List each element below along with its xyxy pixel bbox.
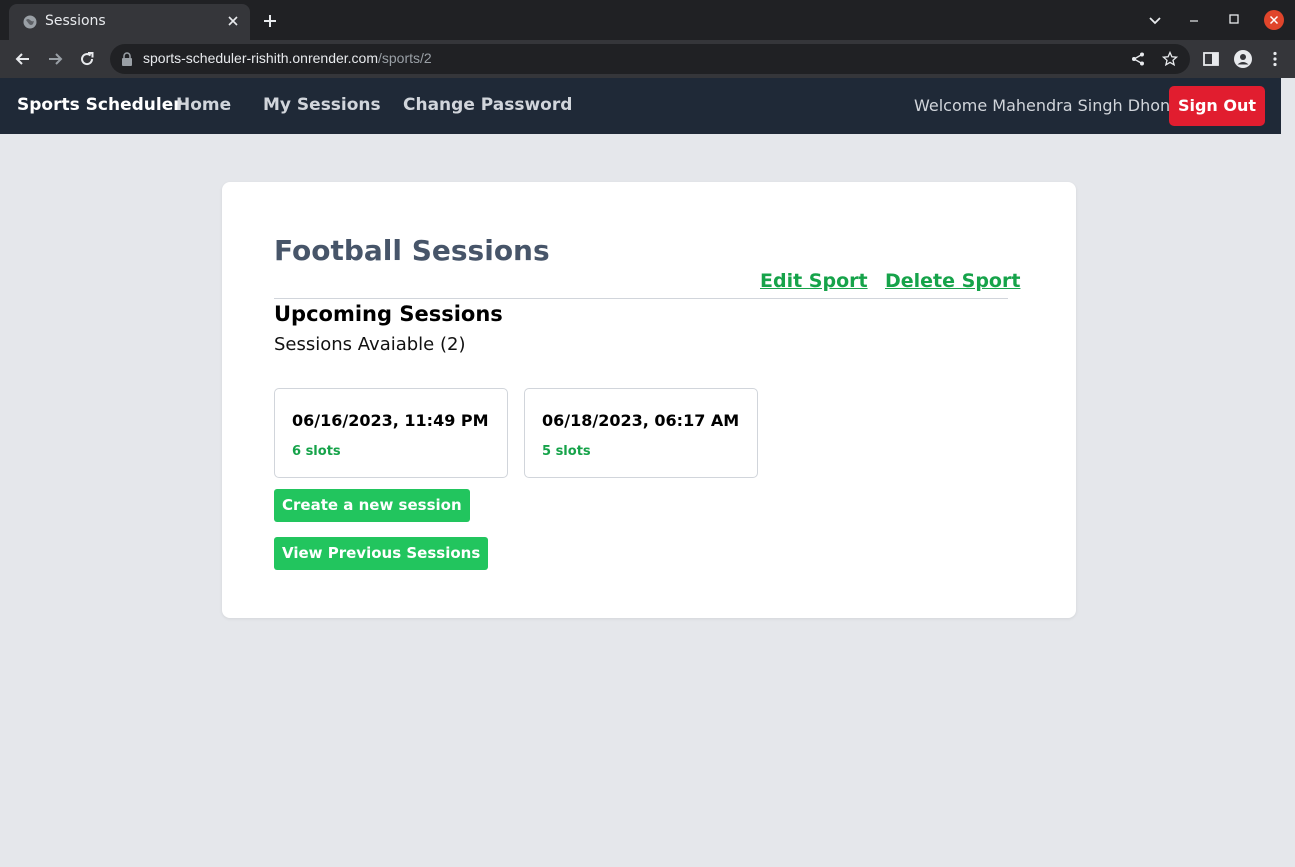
sign-out-button[interactable]: Sign Out <box>1169 86 1265 126</box>
nav-link-home[interactable]: Home <box>176 95 231 115</box>
url-path: /sports/2 <box>378 50 432 66</box>
session-date: 06/16/2023, 11:49 PM <box>292 411 489 430</box>
create-session-button[interactable]: Create a new session <box>274 489 470 522</box>
profile-avatar-icon[interactable] <box>1233 49 1253 69</box>
share-icon[interactable] <box>1130 51 1146 67</box>
app-navbar: Sports Scheduler Home My Sessions Change… <box>0 78 1281 134</box>
nav-link-my-sessions[interactable]: My Sessions <box>263 95 381 115</box>
session-slots: 5 slots <box>542 444 591 459</box>
url-host: sports-scheduler-rishith.onrender.com <box>143 50 378 66</box>
nav-link-change-password[interactable]: Change Password <box>403 95 572 115</box>
section-title: Upcoming Sessions <box>274 302 503 326</box>
window-close-icon[interactable] <box>1264 10 1284 30</box>
sport-card: Football Sessions Edit Sport Delete Spor… <box>222 182 1076 618</box>
back-icon[interactable] <box>13 49 33 69</box>
bookmark-star-icon[interactable] <box>1162 51 1178 67</box>
tab-title: Sessions <box>45 13 106 29</box>
browser-tab-bar: Sessions <box>0 0 1295 40</box>
globe-icon <box>23 15 37 29</box>
side-panel-icon[interactable] <box>1201 49 1221 69</box>
page-scroll-area <box>1281 78 1295 867</box>
minimize-icon[interactable] <box>1186 12 1202 28</box>
title-divider <box>274 298 1008 299</box>
view-previous-sessions-button[interactable]: View Previous Sessions <box>274 537 489 570</box>
browser-tab[interactable]: Sessions <box>9 4 250 40</box>
welcome-message: Welcome Mahendra Singh Dhoni <box>914 96 1175 115</box>
maximize-icon[interactable] <box>1226 12 1242 28</box>
session-card[interactable]: 06/18/2023, 06:17 AM 5 slots <box>524 388 758 478</box>
session-card[interactable]: 06/16/2023, 11:49 PM 6 slots <box>274 388 508 478</box>
new-tab-icon[interactable] <box>262 13 278 29</box>
page-title: Football Sessions <box>274 234 550 267</box>
address-bar[interactable]: sports-scheduler-rishith.onrender.com/sp… <box>110 44 1190 74</box>
close-tab-icon[interactable] <box>225 13 241 29</box>
sessions-count: Sessions Avaiable (2) <box>274 334 466 355</box>
brand-logo[interactable]: Sports Scheduler <box>17 95 182 115</box>
session-date: 06/18/2023, 06:17 AM <box>542 411 740 430</box>
forward-icon[interactable] <box>45 49 65 69</box>
kebab-menu-icon[interactable] <box>1265 49 1285 69</box>
lock-icon <box>122 52 132 66</box>
edit-sport-link[interactable]: Edit Sport <box>760 270 868 292</box>
browser-toolbar: sports-scheduler-rishith.onrender.com/sp… <box>0 40 1295 78</box>
reload-icon[interactable] <box>77 49 97 69</box>
session-slots: 6 slots <box>292 444 341 459</box>
url-text: sports-scheduler-rishith.onrender.com/sp… <box>143 50 432 66</box>
tab-search-icon[interactable] <box>1147 12 1163 28</box>
delete-sport-link[interactable]: Delete Sport <box>885 270 1020 292</box>
